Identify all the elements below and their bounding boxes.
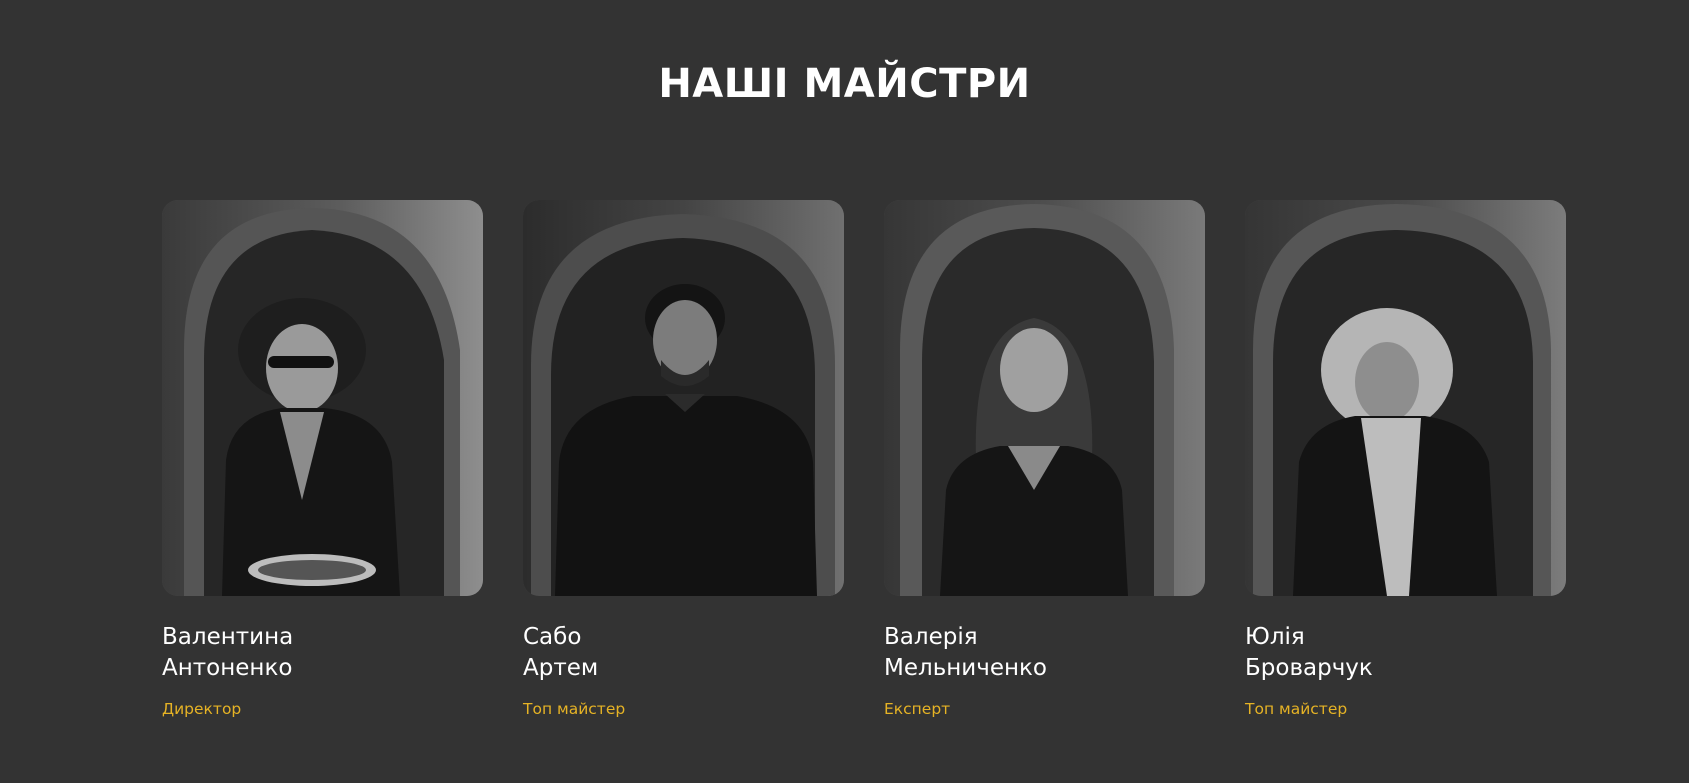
master-first-name: Валерія xyxy=(884,624,978,650)
master-last-name: Антоненко xyxy=(162,655,293,681)
master-card[interactable]: Валентина Антоненко Директор xyxy=(162,200,483,719)
portrait-photo-3 xyxy=(884,200,1205,596)
master-role: Директор xyxy=(162,700,242,718)
master-name: Валерія Мельниченко xyxy=(884,622,1205,684)
master-role: Експерт xyxy=(884,700,951,718)
masters-grid: Валентина Антоненко Директор Сабо Артем … xyxy=(162,200,1566,740)
master-role: Топ майстер xyxy=(523,700,626,718)
master-card[interactable]: Валерія Мельниченко Експерт xyxy=(884,200,1205,719)
master-name: Сабо Артем xyxy=(523,622,844,684)
portrait-photo-2 xyxy=(523,200,844,596)
master-name: Валентина Антоненко xyxy=(162,622,483,684)
master-first-name: Сабо xyxy=(523,624,582,650)
section-title: НАШІ МАЙСТРИ xyxy=(658,61,1031,107)
master-card[interactable]: Сабо Артем Топ майстер xyxy=(523,200,844,719)
master-role: Топ майстер xyxy=(1245,700,1348,718)
master-card[interactable]: Юлія Броварчук Топ майстер xyxy=(1245,200,1566,719)
portrait-photo-1 xyxy=(162,200,483,596)
master-name: Юлія Броварчук xyxy=(1245,622,1566,684)
master-photo[interactable] xyxy=(523,200,844,596)
master-last-name: Артем xyxy=(523,655,599,681)
master-first-name: Валентина xyxy=(162,624,294,650)
portrait-photo-4 xyxy=(1245,200,1566,596)
master-last-name: Броварчук xyxy=(1245,655,1373,681)
master-first-name: Юлія xyxy=(1245,624,1305,650)
master-photo[interactable] xyxy=(884,200,1205,596)
master-last-name: Мельниченко xyxy=(884,655,1047,681)
master-photo[interactable] xyxy=(162,200,483,596)
master-photo[interactable] xyxy=(1245,200,1566,596)
